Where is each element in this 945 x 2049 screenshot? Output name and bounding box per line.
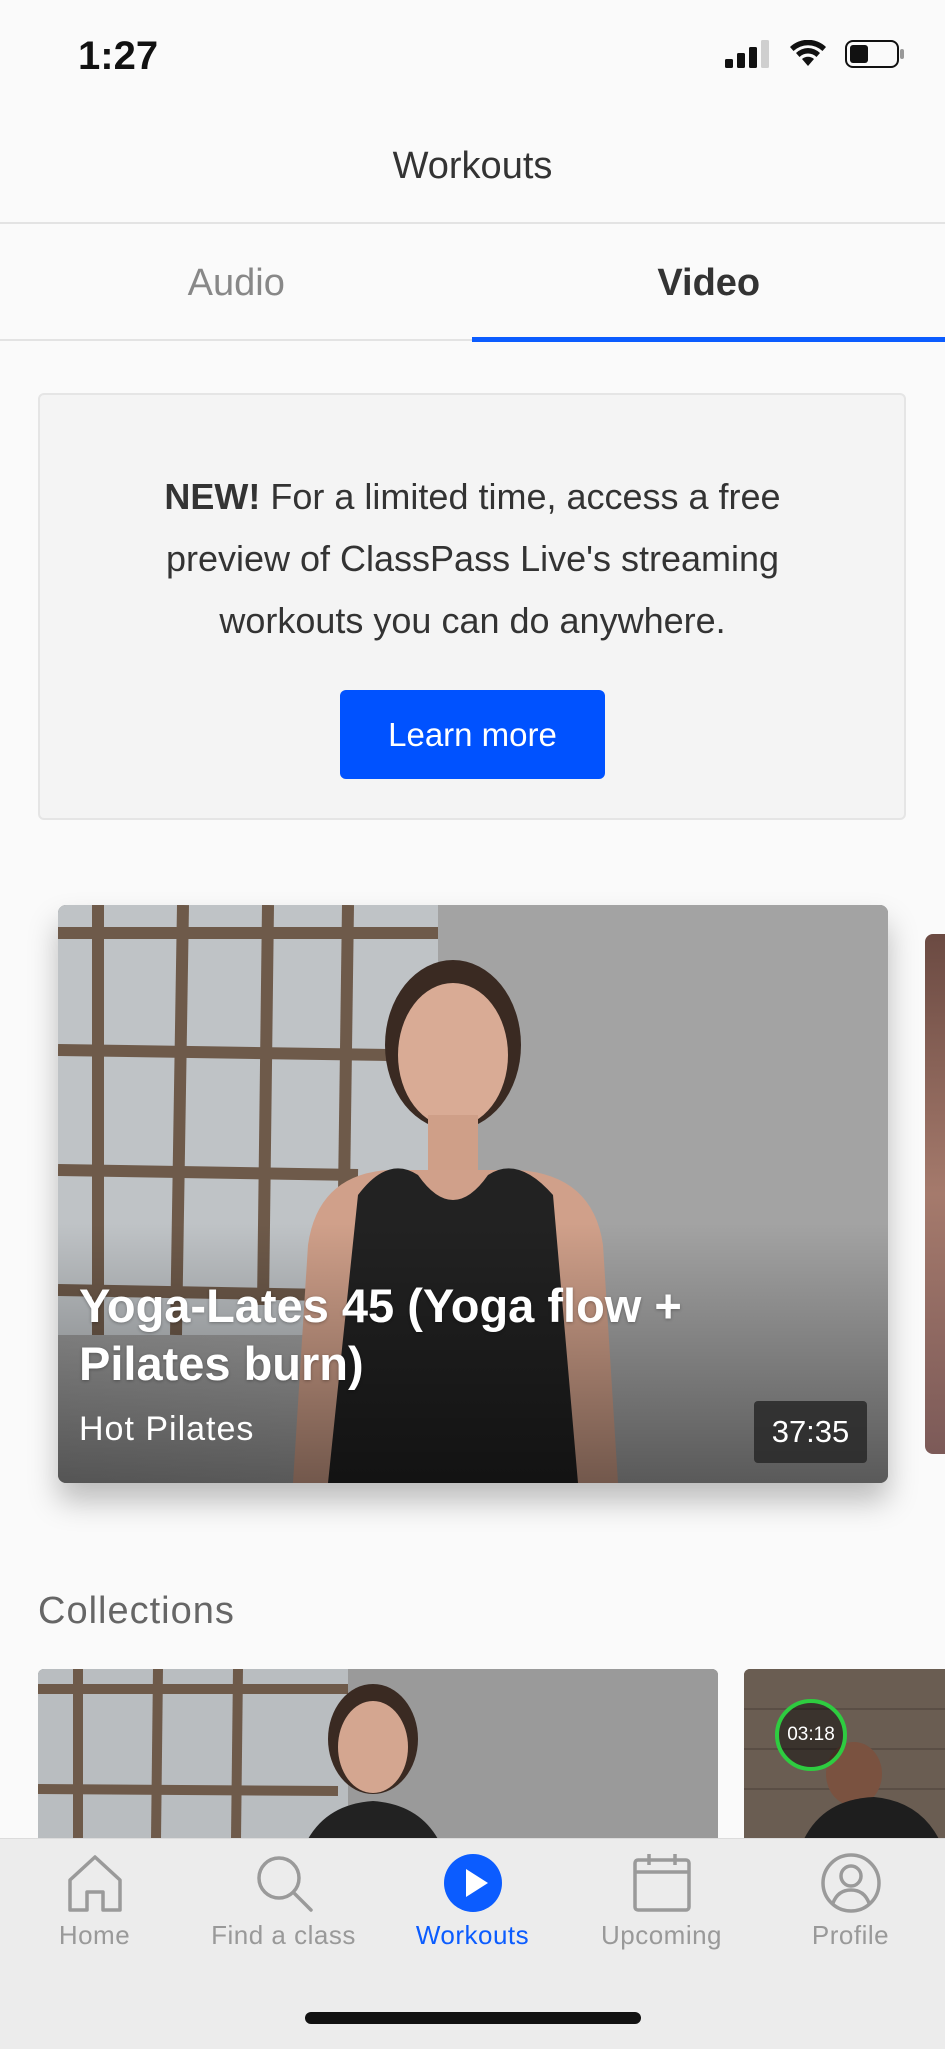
tab-audio[interactable]: Audio: [0, 225, 473, 341]
nav-upcoming[interactable]: Upcoming: [567, 1852, 756, 1951]
collection-card[interactable]: [744, 1669, 945, 1839]
wifi-icon: [789, 40, 827, 68]
video-duration-badge: 37:35: [754, 1401, 867, 1463]
tab-bar: Audio Video: [0, 225, 945, 341]
header-divider: [0, 222, 945, 224]
search-icon: [253, 1852, 315, 1914]
nav-upcoming-label: Upcoming: [601, 1920, 722, 1951]
nav-find-a-class[interactable]: Find a class: [189, 1852, 378, 1951]
active-tab-indicator: [472, 337, 945, 342]
promo-text: NEW! For a limited time, access a free p…: [120, 466, 825, 652]
featured-video-card[interactable]: [58, 905, 888, 1483]
status-time: 1:27: [78, 34, 158, 79]
collection-thumbnail: [38, 1669, 718, 1839]
collection-card[interactable]: [38, 1669, 718, 1839]
video-category: Hot Pilates: [79, 1410, 254, 1449]
profile-icon: [820, 1852, 882, 1914]
video-thumbnail: [58, 905, 888, 1483]
nav-home[interactable]: Home: [0, 1852, 189, 1951]
home-icon: [64, 1852, 126, 1914]
tab-video[interactable]: Video: [473, 225, 945, 341]
nav-find-a-class-label: Find a class: [211, 1920, 356, 1951]
home-indicator[interactable]: [305, 2012, 641, 2024]
page-title: Workouts: [0, 145, 945, 188]
learn-more-button[interactable]: Learn more: [340, 690, 605, 779]
nav-workouts[interactable]: Workouts: [378, 1852, 567, 1951]
nav-profile-label: Profile: [812, 1920, 889, 1951]
play-icon: [442, 1852, 504, 1914]
next-video-card-peek[interactable]: [925, 934, 945, 1454]
cellular-signal-icon: [725, 40, 771, 68]
timer-badge: 03:18: [775, 1699, 847, 1771]
collections-heading: Collections: [38, 1590, 235, 1633]
nav-profile[interactable]: Profile: [756, 1852, 945, 1951]
nav-home-label: Home: [59, 1920, 130, 1951]
collection-thumbnail: [744, 1669, 945, 1839]
battery-icon: [845, 40, 905, 68]
video-title: Yoga-Lates 45 (Yoga flow + Pilates burn): [79, 1277, 799, 1393]
nav-workouts-label: Workouts: [416, 1920, 529, 1951]
status-icons: [725, 40, 905, 68]
calendar-icon: [631, 1852, 693, 1914]
promo-new-label: NEW!: [164, 476, 260, 517]
